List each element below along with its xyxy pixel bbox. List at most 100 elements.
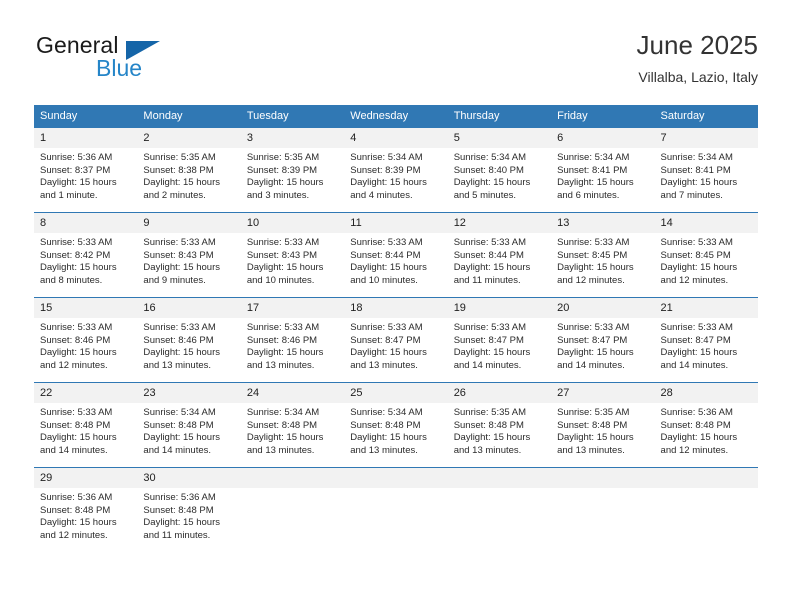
day-number: 7 bbox=[654, 128, 758, 148]
daylight-text-line2: and 12 minutes. bbox=[40, 529, 108, 541]
sunset-text: Sunset: 8:48 PM bbox=[143, 504, 214, 516]
calendar-day-cell[interactable]: 16 Sunrise: 5:33 AM Sunset: 8:46 PM Dayligh… bbox=[137, 297, 241, 383]
daylight-text-line1: Daylight: 15 hours bbox=[350, 262, 427, 274]
sunset-text: Sunset: 8:48 PM bbox=[143, 419, 214, 431]
sunset-text: Sunset: 8:45 PM bbox=[557, 249, 628, 261]
calendar-day-cell[interactable]: 8 Sunrise: 5:33 AM Sunset: 8:42 PM Daylight… bbox=[34, 212, 138, 298]
daylight-text-line2: and 1 minute. bbox=[40, 189, 98, 201]
daylight-text-line1: Daylight: 15 hours bbox=[246, 262, 324, 274]
sunrise-text: Sunrise: 5:33 AM bbox=[40, 322, 113, 333]
daylight-text-line1: Daylight: 15 hours bbox=[350, 432, 427, 444]
calendar-day-cell[interactable]: 30 Sunrise: 5:36 AM Sunset: 8:48 PM Dayligh… bbox=[137, 467, 241, 552]
daylight-text-line1: Daylight: 15 hours bbox=[246, 347, 324, 359]
day-number: 23 bbox=[137, 383, 241, 403]
calendar-day-cell[interactable]: 19 Sunrise: 5:33 AM Sunset: 8:47 PM Dayligh… bbox=[447, 297, 552, 383]
weekday-header-tuesday: Tuesday bbox=[240, 105, 345, 128]
daylight-text-line2: and 14 minutes. bbox=[660, 359, 729, 371]
weekday-header-row: Sunday Monday Tuesday Wednesday Thursday… bbox=[34, 105, 758, 128]
weekday-header-friday: Friday bbox=[551, 105, 655, 128]
sunrise-text: Sunrise: 5:36 AM bbox=[40, 152, 113, 163]
calendar-day-cell[interactable]: 4 Sunrise: 5:34 AM Sunset: 8:39 PM Daylight… bbox=[344, 127, 448, 213]
sunrise-text: Sunrise: 5:33 AM bbox=[40, 407, 113, 418]
sunset-text: Sunset: 8:37 PM bbox=[40, 164, 111, 176]
calendar-day-cell[interactable]: 17 Sunrise: 5:33 AM Sunset: 8:46 PM Dayligh… bbox=[240, 297, 345, 383]
day-details: Sunrise: 5:34 AM Sunset: 8:41 PM Daylight:… bbox=[551, 148, 654, 202]
daylight-text-line1: Daylight: 15 hours bbox=[246, 432, 324, 444]
calendar-body: 1 Sunrise: 5:36 AM Sunset: 8:37 PM Daylight… bbox=[34, 127, 758, 552]
logo-text-blue: Blue bbox=[96, 55, 143, 81]
day-number: 6 bbox=[551, 128, 655, 148]
calendar-day-cell[interactable]: 22 Sunrise: 5:33 AM Sunset: 8:48 PM Dayligh… bbox=[34, 382, 138, 468]
calendar-day-cell[interactable]: 18 Sunrise: 5:33 AM Sunset: 8:47 PM Dayligh… bbox=[344, 297, 448, 383]
sunset-text: Sunset: 8:47 PM bbox=[557, 334, 628, 346]
day-details: Sunrise: 5:35 AM Sunset: 8:38 PM Daylight:… bbox=[137, 148, 240, 202]
calendar-day-cell[interactable]: 25 Sunrise: 5:34 AM Sunset: 8:48 PM Dayligh… bbox=[344, 382, 448, 468]
daylight-text-line2: and 11 minutes. bbox=[453, 274, 521, 286]
calendar-day-cell-empty bbox=[654, 467, 758, 552]
calendar-day-cell[interactable]: 7 Sunrise: 5:34 AM Sunset: 8:41 PM Daylight… bbox=[654, 127, 758, 213]
day-number: 20 bbox=[551, 298, 655, 318]
day-number: 1 bbox=[34, 128, 138, 148]
calendar-day-cell[interactable]: 26 Sunrise: 5:35 AM Sunset: 8:48 PM Dayligh… bbox=[447, 382, 552, 468]
calendar-day-cell[interactable]: 11 Sunrise: 5:33 AM Sunset: 8:44 PM Dayligh… bbox=[344, 212, 448, 298]
page-title: June 2025 bbox=[636, 30, 758, 60]
calendar-day-cell[interactable]: 13 Sunrise: 5:33 AM Sunset: 8:45 PM Dayligh… bbox=[551, 212, 655, 298]
day-number: 28 bbox=[654, 383, 758, 403]
general-blue-logo[interactable]: General Blue bbox=[34, 30, 254, 90]
sunset-text: Sunset: 8:48 PM bbox=[660, 419, 731, 431]
sunset-text: Sunset: 8:47 PM bbox=[660, 334, 731, 346]
sunrise-text: Sunrise: 5:35 AM bbox=[557, 407, 630, 418]
sunrise-text: Sunrise: 5:33 AM bbox=[246, 322, 320, 333]
daylight-text-line1: Daylight: 15 hours bbox=[143, 347, 220, 359]
calendar-day-cell[interactable]: 10 Sunrise: 5:33 AM Sunset: 8:43 PM Dayligh… bbox=[240, 212, 345, 298]
sunset-text: Sunset: 8:39 PM bbox=[246, 164, 318, 176]
calendar-day-cell[interactable]: 1 Sunrise: 5:36 AM Sunset: 8:37 PM Daylight… bbox=[34, 127, 138, 213]
calendar-day-cell[interactable]: 14 Sunrise: 5:33 AM Sunset: 8:45 PM Dayligh… bbox=[654, 212, 758, 298]
sunrise-text: Sunrise: 5:34 AM bbox=[557, 152, 630, 163]
daylight-text-line2: and 3 minutes. bbox=[246, 189, 310, 201]
daylight-text-line2: and 2 minutes. bbox=[143, 189, 206, 201]
sunset-text: Sunset: 8:40 PM bbox=[453, 164, 524, 176]
day-details: Sunrise: 5:34 AM Sunset: 8:39 PM Daylight:… bbox=[344, 148, 447, 202]
day-details: Sunrise: 5:33 AM Sunset: 8:43 PM Daylight:… bbox=[137, 233, 240, 287]
weekday-header-monday: Monday bbox=[137, 105, 241, 128]
day-number: 4 bbox=[344, 128, 448, 148]
calendar-day-cell[interactable]: 21 Sunrise: 5:33 AM Sunset: 8:47 PM Dayligh… bbox=[654, 297, 758, 383]
daylight-text-line1: Daylight: 15 hours bbox=[350, 177, 427, 189]
calendar-day-cell[interactable]: 27 Sunrise: 5:35 AM Sunset: 8:48 PM Dayligh… bbox=[551, 382, 655, 468]
day-number: 29 bbox=[34, 468, 138, 488]
sunrise-text: Sunrise: 5:33 AM bbox=[143, 237, 216, 248]
day-number bbox=[344, 468, 448, 488]
day-number: 25 bbox=[344, 383, 448, 403]
daylight-text-line2: and 10 minutes. bbox=[350, 274, 418, 286]
daylight-text-line1: Daylight: 15 hours bbox=[40, 347, 117, 359]
daylight-text-line1: Daylight: 15 hours bbox=[557, 432, 634, 444]
sunrise-text: Sunrise: 5:33 AM bbox=[557, 237, 630, 248]
calendar-day-cell[interactable]: 24 Sunrise: 5:34 AM Sunset: 8:48 PM Dayligh… bbox=[240, 382, 345, 468]
calendar-day-cell[interactable]: 9 Sunrise: 5:33 AM Sunset: 8:43 PM Daylight… bbox=[137, 212, 241, 298]
calendar-day-cell[interactable]: 12 Sunrise: 5:33 AM Sunset: 8:44 PM Dayligh… bbox=[447, 212, 552, 298]
day-number bbox=[447, 468, 552, 488]
day-number: 17 bbox=[240, 298, 345, 318]
day-details: Sunrise: 5:33 AM Sunset: 8:47 PM Daylight:… bbox=[448, 318, 551, 372]
sunrise-text: Sunrise: 5:34 AM bbox=[453, 152, 527, 163]
daylight-text-line2: and 13 minutes. bbox=[350, 359, 418, 371]
calendar-day-cell[interactable]: 28 Sunrise: 5:36 AM Sunset: 8:48 PM Dayligh… bbox=[654, 382, 758, 468]
sunset-text: Sunset: 8:45 PM bbox=[660, 249, 731, 261]
daylight-text-line1: Daylight: 15 hours bbox=[557, 262, 634, 274]
calendar-day-cell[interactable]: 29 Sunrise: 5:36 AM Sunset: 8:48 PM Dayligh… bbox=[34, 467, 138, 552]
sunset-text: Sunset: 8:46 PM bbox=[246, 334, 318, 346]
calendar-day-cell[interactable]: 6 Sunrise: 5:34 AM Sunset: 8:41 PM Daylight… bbox=[551, 127, 655, 213]
calendar-day-cell[interactable]: 3 Sunrise: 5:35 AM Sunset: 8:39 PM Daylight… bbox=[240, 127, 345, 213]
calendar-day-cell[interactable]: 5 Sunrise: 5:34 AM Sunset: 8:40 PM Daylight… bbox=[447, 127, 552, 213]
sunrise-text: Sunrise: 5:33 AM bbox=[557, 322, 630, 333]
sunrise-text: Sunrise: 5:33 AM bbox=[453, 322, 527, 333]
sunset-text: Sunset: 8:47 PM bbox=[453, 334, 524, 346]
sunset-text: Sunset: 8:46 PM bbox=[143, 334, 214, 346]
day-details: Sunrise: 5:33 AM Sunset: 8:47 PM Daylight:… bbox=[551, 318, 654, 372]
calendar-day-cell[interactable]: 15 Sunrise: 5:33 AM Sunset: 8:46 PM Dayligh… bbox=[34, 297, 138, 383]
calendar-day-cell[interactable]: 20 Sunrise: 5:33 AM Sunset: 8:47 PM Dayligh… bbox=[551, 297, 655, 383]
calendar-day-cell[interactable]: 23 Sunrise: 5:34 AM Sunset: 8:48 PM Dayligh… bbox=[137, 382, 241, 468]
sunrise-text: Sunrise: 5:33 AM bbox=[453, 237, 527, 248]
calendar-day-cell[interactable]: 2 Sunrise: 5:35 AM Sunset: 8:38 PM Daylight… bbox=[137, 127, 241, 213]
